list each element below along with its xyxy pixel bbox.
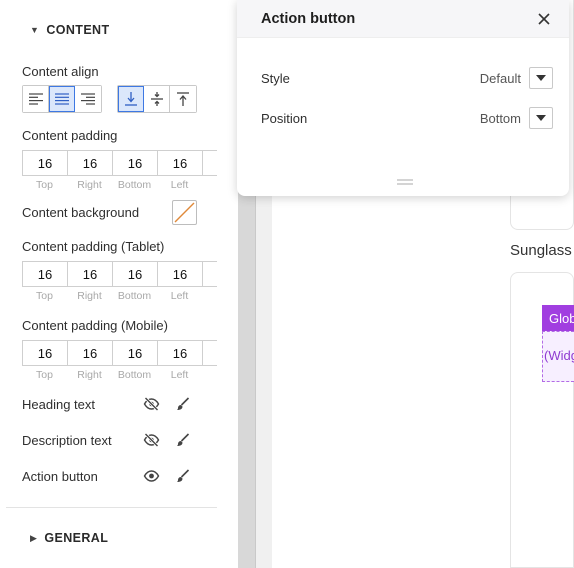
tablet-padding-link-button[interactable]: [202, 261, 217, 287]
style-label: Style: [261, 70, 290, 86]
padding-left-input[interactable]: 16: [157, 150, 202, 176]
tablet-padding-left-input[interactable]: 16: [157, 261, 202, 287]
general-section-toggle[interactable]: ▶ GENERAL: [30, 531, 108, 545]
brush-icon: [177, 433, 190, 446]
mobile-padding-top-caption: Top: [36, 369, 53, 381]
tablet-padding-top-input[interactable]: 16: [22, 261, 67, 287]
action-button-popover: Action button Style Default Position Bot…: [237, 0, 569, 196]
popover-title: Action button: [261, 10, 356, 27]
content-section-toggle[interactable]: ▼ CONTENT: [30, 23, 110, 37]
align-top-button[interactable]: [170, 86, 196, 112]
padding-right-input[interactable]: 16: [67, 150, 112, 176]
caret-down-icon: [536, 115, 546, 121]
style-value: Default: [479, 70, 521, 86]
general-section-title: GENERAL: [44, 531, 109, 545]
content-background-swatch[interactable]: [172, 200, 197, 225]
padding-left-caption: Left: [170, 179, 189, 191]
position-value: Bottom: [479, 110, 521, 126]
content-padding-label: Content padding: [22, 128, 118, 143]
caret-down-icon: ▼: [30, 25, 40, 35]
tablet-padding-top-caption: Top: [36, 290, 53, 302]
vertical-align-group: [117, 85, 197, 113]
action-button-style-edit-button[interactable]: [174, 467, 192, 485]
tablet-padding-bottom-input[interactable]: 16: [112, 261, 157, 287]
widget-placeholder[interactable]: (Widg: [542, 331, 574, 382]
close-icon: [538, 12, 550, 25]
brush-icon: [177, 469, 190, 482]
padding-right-caption: Right: [77, 179, 102, 191]
mobile-padding-right-input[interactable]: 16: [67, 340, 112, 366]
padding-top-input[interactable]: 16: [22, 150, 67, 176]
section-divider: [6, 507, 217, 508]
content-background-label: Content background: [22, 205, 140, 220]
preview-heading-fragment: Sunglass: [510, 242, 572, 259]
content-padding-mobile-label: Content padding (Mobile): [22, 318, 168, 333]
padding-bottom-caption: Bottom: [117, 179, 152, 191]
eye-off-icon: [143, 397, 159, 411]
content-padding-inputs: 16 Top 16 Right 16 Bottom 16 Left: [22, 150, 217, 191]
horizontal-align-group: [22, 85, 102, 113]
eye-icon: [143, 470, 159, 482]
align-right-icon: [81, 93, 95, 105]
global-widget-tag[interactable]: Glob: [542, 305, 574, 331]
mobile-padding-bottom-input[interactable]: 16: [112, 340, 157, 366]
align-left-icon: [28, 93, 43, 105]
align-middle-icon: [150, 92, 163, 106]
tablet-padding-right-caption: Right: [77, 290, 102, 302]
mobile-padding-top-input[interactable]: 16: [22, 340, 67, 366]
mobile-padding-left-input[interactable]: 16: [157, 340, 202, 366]
eye-off-icon: [143, 433, 159, 447]
drag-handle-icon[interactable]: [397, 179, 413, 185]
align-justify-icon: [54, 93, 69, 105]
align-middle-button[interactable]: [144, 86, 170, 112]
content-align-label: Content align: [22, 64, 99, 79]
caret-right-icon: ▶: [30, 532, 38, 543]
content-padding-mobile-inputs: 16 Top 16 Right 16 Bottom 16 Left: [22, 340, 217, 381]
align-right-button[interactable]: [75, 86, 101, 112]
position-row: Position Bottom: [261, 106, 553, 130]
no-color-icon: [174, 202, 195, 223]
mobile-padding-bottom-caption: Bottom: [117, 369, 152, 381]
tablet-padding-bottom-caption: Bottom: [117, 290, 152, 302]
align-bottom-icon: [124, 92, 137, 106]
position-select[interactable]: Bottom: [480, 107, 553, 129]
description-style-edit-button[interactable]: [174, 431, 192, 449]
style-row: Style Default: [261, 66, 553, 90]
style-dropdown-button[interactable]: [529, 67, 553, 89]
heading-style-edit-button[interactable]: [174, 395, 192, 413]
description-visibility-toggle[interactable]: [142, 431, 160, 449]
action-button-visibility-toggle[interactable]: [142, 467, 160, 485]
heading-text-label: Heading text: [22, 397, 95, 412]
tablet-padding-right-input[interactable]: 16: [67, 261, 112, 287]
caret-down-icon: [536, 75, 546, 81]
position-label: Position: [261, 110, 308, 126]
align-top-icon: [177, 92, 189, 106]
style-select[interactable]: Default: [480, 67, 553, 89]
mobile-padding-left-caption: Left: [170, 369, 189, 381]
content-section-title: CONTENT: [46, 23, 110, 37]
content-padding-tablet-inputs: 16 Top 16 Right 16 Bottom 16 Left: [22, 261, 217, 302]
tablet-padding-left-caption: Left: [170, 290, 189, 302]
align-bottom-button[interactable]: [118, 86, 144, 112]
padding-bottom-input[interactable]: 16: [112, 150, 157, 176]
description-text-label: Description text: [22, 433, 112, 448]
position-dropdown-button[interactable]: [529, 107, 553, 129]
mobile-padding-right-caption: Right: [77, 369, 102, 381]
popover-header: Action button: [237, 0, 569, 38]
align-left-button[interactable]: [23, 86, 49, 112]
align-center-button[interactable]: [49, 86, 75, 112]
settings-sidebar: ▼ CONTENT Content align Content padding …: [0, 0, 238, 568]
close-button[interactable]: [535, 10, 553, 28]
mobile-padding-link-button[interactable]: [202, 340, 217, 366]
brush-icon: [177, 397, 190, 410]
action-button-label: Action button: [22, 469, 98, 484]
padding-top-caption: Top: [36, 179, 53, 191]
padding-link-button[interactable]: [202, 150, 217, 176]
content-padding-tablet-label: Content padding (Tablet): [22, 239, 165, 254]
heading-visibility-toggle[interactable]: [142, 395, 160, 413]
